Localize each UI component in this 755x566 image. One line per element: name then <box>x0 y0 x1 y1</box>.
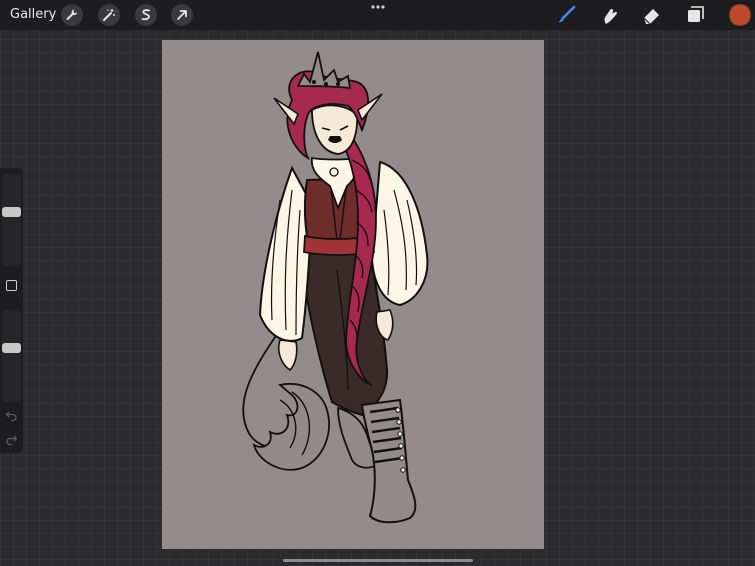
sleeve-right <box>370 160 429 307</box>
brush-size-thumb[interactable] <box>2 207 21 217</box>
ellipsis-icon[interactable] <box>370 4 386 12</box>
undo-icon[interactable] <box>5 410 18 422</box>
top-toolbar: Gallery <box>0 0 755 30</box>
hand-left <box>277 339 298 372</box>
crown <box>296 51 352 90</box>
drawing-canvas[interactable] <box>162 40 544 549</box>
gallery-button[interactable]: Gallery <box>10 7 56 22</box>
opacity-thumb[interactable] <box>2 343 21 353</box>
brush-icon[interactable] <box>554 4 578 26</box>
tail-tuft <box>252 383 330 471</box>
color-picker-button[interactable] <box>729 4 751 26</box>
layers-icon[interactable] <box>684 4 708 26</box>
eraser-icon[interactable] <box>640 4 664 26</box>
character-illustration <box>242 51 429 524</box>
brush-size-slider[interactable] <box>2 174 21 266</box>
magic-wand-icon[interactable] <box>98 4 120 26</box>
redo-icon[interactable] <box>5 434 18 446</box>
opacity-slider[interactable] <box>2 310 21 402</box>
left-sidebar <box>0 168 23 453</box>
transform-arrow-icon[interactable] <box>171 4 193 26</box>
square-icon[interactable] <box>6 280 17 291</box>
selection-icon[interactable] <box>135 4 157 26</box>
smudge-icon[interactable] <box>596 4 620 26</box>
face <box>311 104 358 155</box>
wrench-icon[interactable] <box>61 4 83 26</box>
home-indicator[interactable] <box>283 559 473 562</box>
